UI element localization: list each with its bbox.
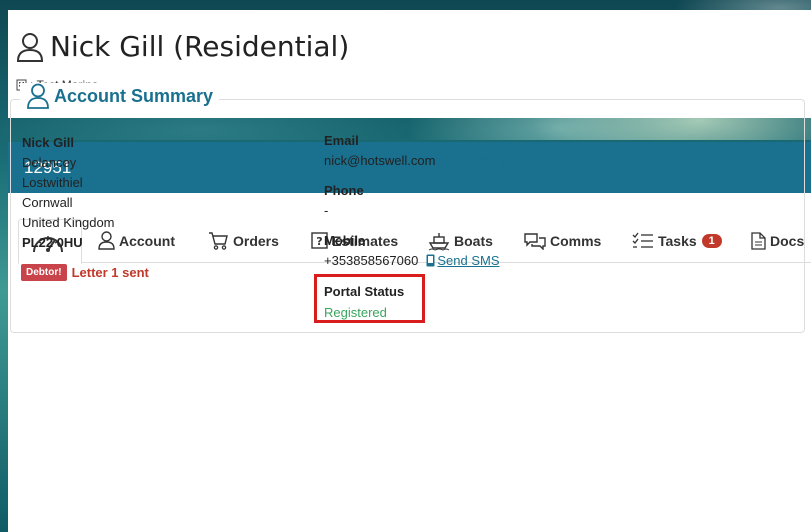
address-block: Nick Gill Delancey Lostwithiel Cornwall … — [22, 133, 115, 253]
send-sms-link[interactable]: Send SMS — [426, 253, 500, 268]
address-name: Nick Gill — [22, 135, 75, 150]
user-icon — [16, 32, 44, 62]
account-summary-title: Account Summary — [20, 83, 220, 109]
email-label: Email — [324, 133, 359, 148]
debtor-badge: Debtor! — [21, 264, 67, 281]
email-value: nick@hotswell.com — [324, 153, 436, 168]
email-row: nick@hotswell.com Send Email — [324, 153, 525, 168]
send-email-link[interactable]: Send Email — [443, 153, 525, 168]
mobile-phone-icon — [426, 254, 435, 267]
user-icon — [27, 83, 49, 109]
page-title: Nick Gill (Residential) — [16, 30, 349, 63]
page-title-text: Nick Gill (Residential) — [50, 30, 350, 63]
mobile-row: +353858567060 Send SMS — [324, 253, 500, 268]
send-sms-label: Send SMS — [437, 253, 500, 268]
address-line: Cornwall — [22, 195, 73, 210]
address-country: United Kingdom — [22, 215, 115, 230]
address-line: Delancey — [22, 155, 77, 170]
address-postcode: PL22 0HU — [22, 235, 83, 250]
account-summary-title-text: Account Summary — [54, 85, 214, 106]
send-email-label: Send Email — [458, 153, 525, 168]
phone-value: - — [324, 203, 329, 218]
address-line: Lostwithiel — [22, 175, 83, 190]
debtor-letter-text: Letter 1 sent — [71, 265, 149, 280]
mobile-label: Mobile — [324, 233, 366, 248]
debtor-status: Debtor! Letter 1 sent — [21, 264, 149, 281]
phone-label: Phone — [324, 183, 364, 198]
share-arrow-icon — [444, 156, 456, 165]
mobile-value: +353858567060 — [324, 253, 419, 268]
portal-status-highlight-box — [314, 274, 425, 323]
